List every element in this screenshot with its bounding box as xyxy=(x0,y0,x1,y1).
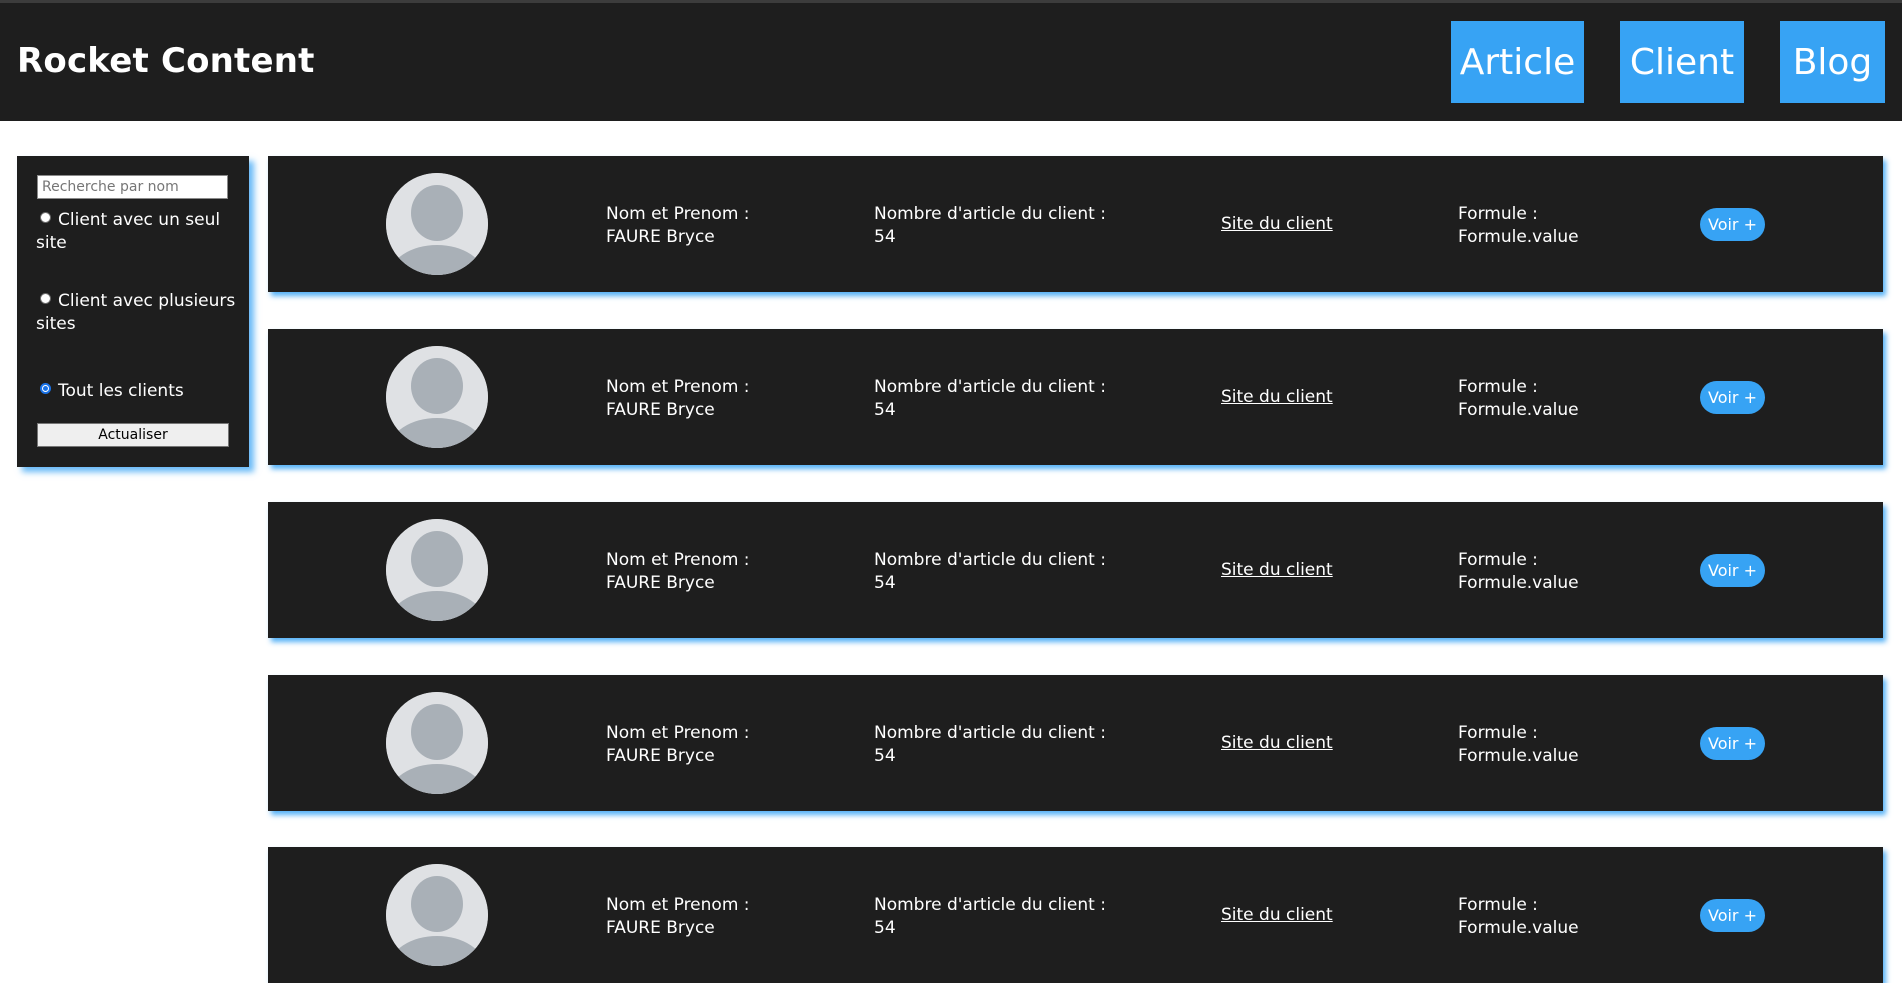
formule-field: Formule : Formule.value xyxy=(1458,203,1579,249)
client-card: Nom et Prenom : FAURE Bryce Nombre d'art… xyxy=(268,502,1883,638)
article-count-field: Nombre d'article du client : 54 xyxy=(874,894,1106,940)
formule-label: Formule : xyxy=(1458,377,1538,397)
filter-option-label: Client avec plusieurs sites xyxy=(36,291,236,334)
voir-plus-button[interactable]: Voir + xyxy=(1700,208,1765,241)
client-name-value: FAURE Bryce xyxy=(606,227,715,247)
client-name-label: Nom et Prenom : xyxy=(606,895,750,915)
client-site-link[interactable]: Site du client xyxy=(1221,214,1333,234)
filter-option-label: Tout les clients xyxy=(58,381,184,401)
article-count-label: Nombre d'article du client : xyxy=(874,204,1106,224)
formule-label: Formule : xyxy=(1458,550,1538,570)
nav-blog-button[interactable]: Blog xyxy=(1780,21,1885,103)
article-count-label: Nombre d'article du client : xyxy=(874,895,1106,915)
client-name-field: Nom et Prenom : FAURE Bryce xyxy=(606,722,750,768)
radio-all-clients[interactable] xyxy=(40,383,51,394)
voir-plus-button[interactable]: Voir + xyxy=(1700,381,1765,414)
formule-field: Formule : Formule.value xyxy=(1458,549,1579,595)
client-site-link[interactable]: Site du client xyxy=(1221,387,1333,407)
client-site-link[interactable]: Site du client xyxy=(1221,905,1333,925)
formule-label: Formule : xyxy=(1458,895,1538,915)
user-silhouette-icon xyxy=(386,173,488,275)
formule-label: Formule : xyxy=(1458,723,1538,743)
formule-label: Formule : xyxy=(1458,204,1538,224)
client-card: Nom et Prenom : FAURE Bryce Nombre d'art… xyxy=(268,156,1883,292)
client-name-field: Nom et Prenom : FAURE Bryce xyxy=(606,203,750,249)
filter-option-label: Client avec un seul site xyxy=(36,210,221,253)
formule-value: Formule.value xyxy=(1458,573,1579,593)
article-count-field: Nombre d'article du client : 54 xyxy=(874,549,1106,595)
article-count-label: Nombre d'article du client : xyxy=(874,377,1106,397)
user-silhouette-icon xyxy=(386,346,488,448)
client-name-value: FAURE Bryce xyxy=(606,400,715,420)
search-by-name-input[interactable] xyxy=(37,175,228,199)
client-name-value: FAURE Bryce xyxy=(606,918,715,938)
article-count-label: Nombre d'article du client : xyxy=(874,550,1106,570)
article-count-label: Nombre d'article du client : xyxy=(874,723,1106,743)
client-name-label: Nom et Prenom : xyxy=(606,377,750,397)
client-site-link[interactable]: Site du client xyxy=(1221,733,1333,753)
formule-value: Formule.value xyxy=(1458,400,1579,420)
voir-plus-button[interactable]: Voir + xyxy=(1700,554,1765,587)
client-name-label: Nom et Prenom : xyxy=(606,723,750,743)
filter-option-multiple-sites[interactable]: Client avec plusieurs sites xyxy=(36,290,241,336)
radio-single-site[interactable] xyxy=(40,212,51,223)
article-count-value: 54 xyxy=(874,746,896,766)
top-navbar: Rocket Content Article Client Blog xyxy=(0,3,1902,121)
client-site-link[interactable]: Site du client xyxy=(1221,560,1333,580)
voir-plus-button[interactable]: Voir + xyxy=(1700,899,1765,932)
formule-field: Formule : Formule.value xyxy=(1458,722,1579,768)
article-count-value: 54 xyxy=(874,227,896,247)
user-silhouette-icon xyxy=(386,519,488,621)
client-name-value: FAURE Bryce xyxy=(606,573,715,593)
refresh-button[interactable]: Actualiser xyxy=(37,423,229,447)
client-name-value: FAURE Bryce xyxy=(606,746,715,766)
client-card: Nom et Prenom : FAURE Bryce Nombre d'art… xyxy=(268,329,1883,465)
nav-article-button[interactable]: Article xyxy=(1451,21,1584,103)
client-card: Nom et Prenom : FAURE Bryce Nombre d'art… xyxy=(268,675,1883,811)
article-count-value: 54 xyxy=(874,400,896,420)
article-count-field: Nombre d'article du client : 54 xyxy=(874,376,1106,422)
formule-field: Formule : Formule.value xyxy=(1458,894,1579,940)
brand-logo-text[interactable]: Rocket Content xyxy=(17,41,315,81)
user-silhouette-icon xyxy=(386,692,488,794)
article-count-field: Nombre d'article du client : 54 xyxy=(874,203,1106,249)
nav-client-button[interactable]: Client xyxy=(1620,21,1744,103)
client-card: Nom et Prenom : FAURE Bryce Nombre d'art… xyxy=(268,847,1883,983)
radio-multiple-sites[interactable] xyxy=(40,293,51,304)
voir-plus-button[interactable]: Voir + xyxy=(1700,727,1765,760)
client-name-label: Nom et Prenom : xyxy=(606,550,750,570)
formule-value: Formule.value xyxy=(1458,746,1579,766)
client-name-field: Nom et Prenom : FAURE Bryce xyxy=(606,376,750,422)
formule-value: Formule.value xyxy=(1458,227,1579,247)
user-silhouette-icon xyxy=(386,864,488,966)
article-count-value: 54 xyxy=(874,573,896,593)
client-name-label: Nom et Prenom : xyxy=(606,204,750,224)
client-name-field: Nom et Prenom : FAURE Bryce xyxy=(606,549,750,595)
filter-sidebar: Client avec un seul site Client avec plu… xyxy=(17,156,249,467)
formule-field: Formule : Formule.value xyxy=(1458,376,1579,422)
filter-option-single-site[interactable]: Client avec un seul site xyxy=(36,209,241,255)
formule-value: Formule.value xyxy=(1458,918,1579,938)
article-count-field: Nombre d'article du client : 54 xyxy=(874,722,1106,768)
client-name-field: Nom et Prenom : FAURE Bryce xyxy=(606,894,750,940)
article-count-value: 54 xyxy=(874,918,896,938)
filter-option-all-clients[interactable]: Tout les clients xyxy=(36,380,241,403)
